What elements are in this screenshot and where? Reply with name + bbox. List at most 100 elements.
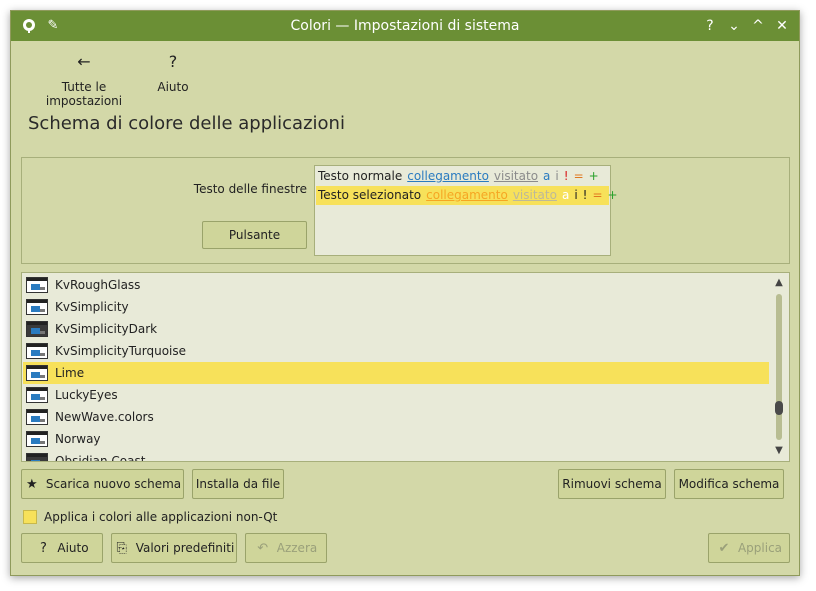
edit-scheme-button[interactable]: Modifica schema bbox=[674, 469, 784, 499]
normal-active: a bbox=[543, 169, 551, 183]
scheme-name: NewWave.colors bbox=[55, 410, 154, 424]
help-button[interactable]: ? Aiuto bbox=[21, 533, 103, 563]
color-scheme-list[interactable]: KvRoughGlass KvSimplicity KvSimplicityDark… bbox=[21, 272, 790, 462]
defaults-label: Valori predefiniti bbox=[135, 541, 235, 555]
scheme-preview-bar bbox=[27, 410, 47, 413]
all-settings-button[interactable]: ← Tutte le impostazioni bbox=[25, 51, 143, 108]
scheme-preview-accent bbox=[31, 284, 40, 290]
scheme-preview-icon bbox=[26, 343, 48, 359]
selected-negative: ! bbox=[582, 188, 588, 202]
download-new-scheme-label: Scarica nuovo schema bbox=[45, 477, 182, 491]
apply-button[interactable]: ✔ Applica bbox=[708, 533, 790, 563]
scheme-preview-swatch bbox=[40, 441, 45, 444]
scheme-preview-accent bbox=[31, 416, 40, 422]
scheme-preview-icon bbox=[26, 387, 48, 403]
preview-button: Pulsante bbox=[202, 221, 307, 249]
page-title: Schema di colore delle applicazioni bbox=[28, 113, 345, 134]
maximize-button[interactable]: ^ bbox=[749, 17, 767, 35]
scroll-down-icon[interactable]: ▼ bbox=[770, 444, 788, 458]
install-from-file-button[interactable]: Installa da file bbox=[192, 469, 284, 499]
scheme-name: KvRoughGlass bbox=[55, 278, 141, 292]
scheme-name: KvSimplicityDark bbox=[55, 322, 158, 336]
scroll-thumb[interactable] bbox=[775, 401, 783, 415]
selected-text-row: Testo selezionato collegamento visitato a i!… bbox=[316, 186, 618, 205]
all-settings-label: Tutte le impostazioni bbox=[45, 80, 123, 108]
scheme-preview-accent bbox=[31, 350, 40, 356]
scheme-name: KvSimplicity bbox=[55, 300, 129, 314]
scheme-preview-bar bbox=[27, 344, 47, 347]
list-item[interactable]: KvSimplicityTurquoise bbox=[23, 340, 769, 362]
scheme-name: LuckyEyes bbox=[55, 388, 118, 402]
scheme-name: Norway bbox=[55, 432, 101, 446]
scheme-preview-bar bbox=[27, 432, 47, 435]
normal-negative: ! bbox=[563, 169, 569, 183]
list-item[interactable]: KvRoughGlass bbox=[23, 274, 769, 296]
minimize-button[interactable]: ⌄ bbox=[725, 17, 743, 35]
star-icon: ★ bbox=[26, 477, 38, 492]
scheme-preview-swatch bbox=[40, 287, 45, 290]
remove-scheme-button[interactable]: Rimuovi schema bbox=[558, 469, 666, 499]
scheme-preview-bar bbox=[27, 278, 47, 281]
selected-link: collegamento bbox=[426, 188, 508, 202]
list-item[interactable]: Obsidian Coast bbox=[23, 450, 769, 462]
normal-positive: + bbox=[588, 169, 599, 183]
list-item[interactable]: Lime bbox=[23, 362, 769, 384]
scroll-track[interactable] bbox=[776, 294, 782, 440]
settings-window: ✎ Colori — Impostazioni di sistema ? ⌄ ^… bbox=[10, 10, 800, 576]
help-nav-label: Aiuto bbox=[157, 80, 189, 94]
normal-text-row: Testo normale collegamento visitato a i! = + bbox=[316, 167, 609, 186]
list-item[interactable]: KvSimplicity bbox=[23, 296, 769, 318]
scheme-preview-icon bbox=[26, 365, 48, 381]
arrow-left-icon: ← bbox=[77, 52, 91, 71]
scheme-preview-icon bbox=[26, 277, 48, 293]
title-bar[interactable]: ✎ Colori — Impostazioni di sistema ? ⌄ ^… bbox=[11, 11, 799, 41]
reset-button[interactable]: ↶ Azzera bbox=[245, 533, 327, 563]
preview-text-box: Testo normale collegamento visitato a i! = + T… bbox=[314, 165, 618, 256]
download-new-scheme-button[interactable]: ★ Scarica nuovo schema bbox=[21, 469, 184, 499]
scheme-preview-swatch bbox=[40, 353, 45, 356]
reset-label: Azzera bbox=[276, 541, 318, 555]
list-item[interactable]: KvSimplicityDark bbox=[23, 318, 769, 340]
list-scrollbar[interactable]: ▲ ▼ bbox=[770, 274, 788, 460]
scheme-name: Obsidian Coast bbox=[55, 454, 146, 462]
window-text-label: Testo delle finestre bbox=[193, 182, 307, 196]
selected-visited: visitato bbox=[512, 188, 557, 202]
color-preview: Testo delle finestre Pulsante Testo norm… bbox=[21, 157, 790, 264]
selected-active: a bbox=[561, 188, 570, 202]
scheme-preview-bar bbox=[27, 388, 47, 391]
scheme-preview-accent bbox=[31, 460, 40, 461]
help-label: Aiuto bbox=[57, 541, 89, 555]
apply-non-qt-checkbox[interactable] bbox=[23, 510, 37, 524]
apply-label: Applica bbox=[737, 541, 783, 555]
help-nav-button[interactable]: ? Aiuto bbox=[153, 51, 193, 94]
normal-neutral: = bbox=[573, 169, 584, 183]
selected-inactive: i bbox=[574, 188, 578, 202]
remove-scheme-label: Rimuovi schema bbox=[562, 477, 662, 491]
context-help-button[interactable]: ? bbox=[701, 17, 719, 35]
defaults-button[interactable]: ⎘ Valori predefiniti bbox=[111, 533, 237, 563]
normal-text: Testo normale bbox=[318, 169, 403, 183]
scroll-up-icon[interactable]: ▲ bbox=[770, 276, 788, 290]
scheme-name: KvSimplicityTurquoise bbox=[55, 344, 187, 358]
scheme-preview-icon bbox=[26, 299, 48, 315]
scheme-preview-icon bbox=[26, 453, 48, 461]
close-button[interactable]: ✕ bbox=[773, 17, 791, 35]
list-item[interactable]: LuckyEyes bbox=[23, 384, 769, 406]
edit-scheme-label: Modifica schema bbox=[678, 477, 780, 491]
scheme-preview-icon bbox=[26, 409, 48, 425]
scheme-preview-swatch bbox=[40, 375, 45, 378]
normal-inactive: i bbox=[555, 169, 559, 183]
scheme-preview-accent bbox=[31, 438, 40, 444]
normal-visited: visitato bbox=[493, 169, 539, 183]
question-icon: ? bbox=[168, 52, 178, 71]
scheme-preview-accent bbox=[31, 306, 40, 312]
scheme-preview-swatch bbox=[40, 309, 45, 312]
scheme-preview-bar bbox=[27, 454, 47, 457]
undo-icon: ↶ bbox=[257, 541, 269, 556]
list-item[interactable]: Norway bbox=[23, 428, 769, 450]
selected-text: Testo selezionato bbox=[318, 188, 422, 202]
window-title: Colori — Impostazioni di sistema bbox=[290, 18, 520, 34]
scheme-name: Lime bbox=[55, 366, 85, 380]
list-item[interactable]: NewWave.colors bbox=[23, 406, 769, 428]
selected-neutral: = bbox=[592, 188, 603, 202]
